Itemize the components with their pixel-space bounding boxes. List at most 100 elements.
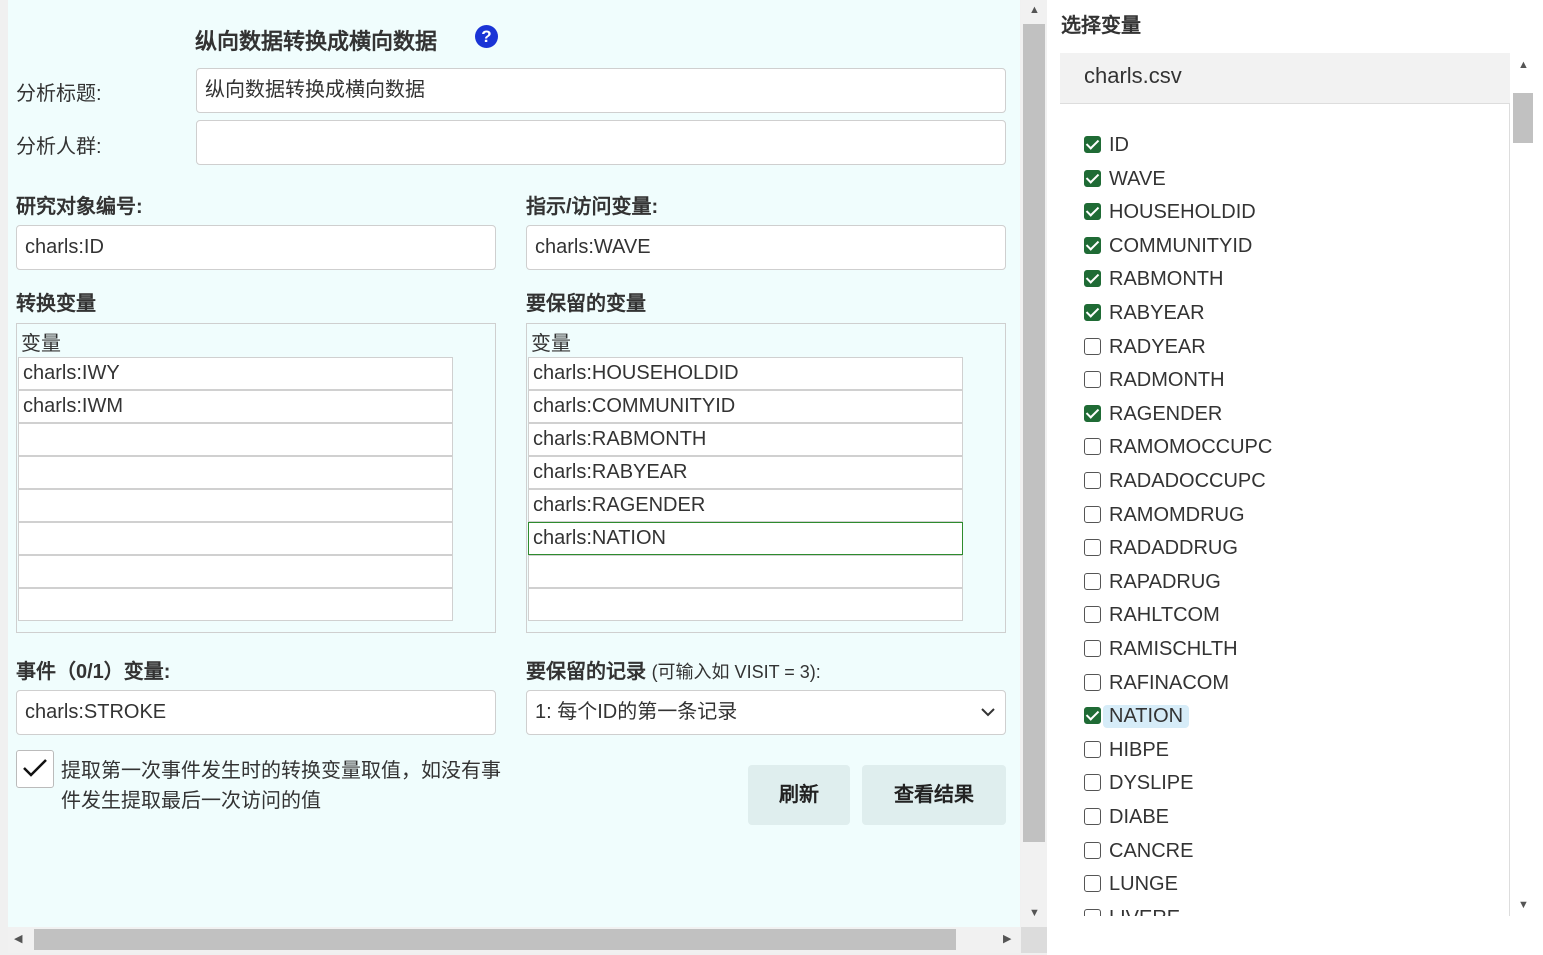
form-vertical-scroll-thumb[interactable] xyxy=(1023,24,1045,842)
analysis-group-label: 分析人群: xyxy=(16,136,102,158)
variable-checkbox[interactable] xyxy=(1084,404,1101,422)
form-pane: 纵向数据转换成横向数据 ? 分析标题: 纵向数据转换成横向数据 分析人群: 研究… xyxy=(0,0,1047,955)
convert-vars-header: 变量 xyxy=(21,333,61,355)
variable-checkbox[interactable] xyxy=(1084,875,1101,893)
variable-checkbox[interactable] xyxy=(1084,808,1101,825)
keep-vars-header: 变量 xyxy=(531,333,571,355)
variable-checkbox[interactable] xyxy=(1084,136,1101,153)
keep-var-cell[interactable]: charls:COMMUNITYID xyxy=(528,390,963,423)
keep-records-select[interactable]: 1: 每个ID的第一条记录 xyxy=(526,690,1006,735)
variable-checkbox[interactable] xyxy=(1084,606,1101,624)
keep-var-cell[interactable] xyxy=(528,588,963,621)
keep-var-cell[interactable]: charls:RABYEAR xyxy=(528,456,963,489)
variable-checkbox[interactable] xyxy=(1084,740,1101,758)
scroll-down-icon[interactable]: ▼ xyxy=(1518,899,1529,911)
scrollbar-corner xyxy=(1021,927,1047,953)
variable-checkbox[interactable] xyxy=(1084,774,1101,792)
visit-var-input[interactable]: charls:WAVE xyxy=(526,225,1006,270)
keep-var-cell[interactable]: charls:RAGENDER xyxy=(528,489,963,522)
variable-name: NATION xyxy=(1103,705,1190,729)
keep-records-label-text: 要保留的记录 xyxy=(526,661,646,683)
variable-name: DIABE xyxy=(1109,806,1170,828)
variable-name: WAVE xyxy=(1109,167,1166,190)
keep-var-cell[interactable]: charls:RABMONTH xyxy=(528,423,963,456)
variable-checkbox[interactable] xyxy=(1084,841,1101,859)
convert-var-cell[interactable] xyxy=(18,456,453,489)
refresh-button[interactable]: 刷新 xyxy=(748,765,850,825)
scroll-down-icon[interactable]: ▼ xyxy=(1029,907,1040,919)
variable-name: DYSLIPE xyxy=(1109,772,1194,795)
keep-vars-table: 变量 charls:HOUSEHOLDID charls:COMMUNITYID… xyxy=(526,323,1006,633)
variable-checkbox[interactable] xyxy=(1084,169,1101,187)
variable-checkbox[interactable] xyxy=(1084,236,1101,254)
analysis-title-input[interactable]: 纵向数据转换成横向数据 xyxy=(196,68,1006,113)
variable-name: RAFINACOM xyxy=(1109,671,1229,694)
convert-var-cell[interactable] xyxy=(18,588,453,621)
convert-var-cell[interactable] xyxy=(18,522,453,555)
variable-name: RAMOMOCCUPC xyxy=(1109,436,1273,459)
convert-vars-table: 变量 charls:IWY charls:IWM xyxy=(16,323,496,633)
variable-checkbox[interactable] xyxy=(1084,673,1101,691)
convert-var-cell[interactable] xyxy=(18,423,453,456)
variable-name: RADYEAR xyxy=(1109,335,1206,358)
variable-name: RAGENDER xyxy=(1109,402,1223,425)
convert-var-cell[interactable] xyxy=(18,489,453,522)
variable-name: RAMISCHLTH xyxy=(1109,638,1238,660)
keep-var-cell[interactable]: charls:HOUSEHOLDID xyxy=(528,357,963,390)
variable-checkbox[interactable] xyxy=(1084,539,1101,557)
variable-checkbox[interactable] xyxy=(1084,337,1101,355)
scroll-left-icon[interactable]: ◀ xyxy=(14,933,22,945)
scroll-up-icon[interactable]: ▲ xyxy=(1518,59,1529,71)
variable-checkbox[interactable] xyxy=(1084,640,1101,657)
variable-name: CANCRE xyxy=(1109,839,1194,862)
keep-var-cell[interactable] xyxy=(528,555,963,588)
scroll-right-icon[interactable]: ▶ xyxy=(1003,933,1011,945)
convert-var-cell[interactable] xyxy=(18,555,453,588)
variable-list-scrollbar[interactable]: ▲ ▼ xyxy=(1510,53,1536,918)
variable-name: COMMUNITYID xyxy=(1109,234,1253,257)
subject-id-input[interactable]: charls:ID xyxy=(16,225,496,270)
keep-records-hint: (可输入如 VISIT = 3): xyxy=(651,662,821,682)
form-vertical-scrollbar[interactable]: ▲ ▼ xyxy=(1021,0,1047,927)
variable-checkbox[interactable] xyxy=(1084,572,1101,590)
chevron-down-icon xyxy=(981,691,995,734)
scroll-up-icon[interactable]: ▲ xyxy=(1029,4,1040,16)
form-title: 纵向数据转换成横向数据 xyxy=(195,29,438,54)
extract-first-checkbox[interactable] xyxy=(16,750,54,788)
variable-checkbox[interactable] xyxy=(1084,304,1101,321)
variable-list: ID WAVE HOUSEHOLDID COMMUNITYID RABMONTH RABY… xyxy=(1060,104,1510,916)
variable-checkbox[interactable] xyxy=(1084,203,1101,221)
event-var-label: 事件（0/1）变量: xyxy=(16,661,171,683)
view-results-button[interactable]: 查看结果 xyxy=(862,765,1006,825)
variable-checkbox[interactable] xyxy=(1084,472,1101,489)
variable-checkbox[interactable] xyxy=(1084,707,1101,725)
variable-name: RADADOCCUPC xyxy=(1109,470,1266,492)
variable-list-scroll-thumb[interactable] xyxy=(1513,93,1533,143)
keep-vars-label: 要保留的变量 xyxy=(526,293,646,315)
analysis-group-input[interactable] xyxy=(196,120,1006,165)
keep-var-cell-active[interactable]: charls:NATION xyxy=(528,522,963,555)
form-horizontal-scrollbar[interactable]: ◀ ▶ xyxy=(8,927,1020,953)
variable-name: RADMONTH xyxy=(1109,369,1225,392)
variable-name: RABYEAR xyxy=(1109,302,1205,324)
variable-checkbox[interactable] xyxy=(1084,438,1101,456)
convert-var-cell[interactable]: charls:IWY xyxy=(18,357,453,390)
form-horizontal-scroll-thumb[interactable] xyxy=(34,929,956,950)
variable-checkbox[interactable] xyxy=(1084,270,1101,288)
variable-checkbox[interactable] xyxy=(1084,908,1101,916)
subject-id-label: 研究对象编号: xyxy=(16,196,143,218)
keep-records-label: 要保留的记录 (可输入如 VISIT = 3): xyxy=(526,655,821,684)
convert-var-cell[interactable]: charls:IWM xyxy=(18,390,453,423)
variable-name: LIVERE xyxy=(1103,907,1186,916)
help-icon[interactable]: ? xyxy=(475,25,498,48)
variable-panel-title: 选择变量 xyxy=(1061,15,1141,37)
file-name-header[interactable]: charls.csv xyxy=(1060,53,1510,104)
event-var-input[interactable]: charls:STROKE xyxy=(16,690,496,735)
variable-checkbox[interactable] xyxy=(1084,371,1101,389)
extract-first-label: 提取第一次事件发生时的转换变量取值，如没有事件发生提取最后一次访问的值 xyxy=(61,760,501,812)
variable-name: RADADDRUG xyxy=(1109,537,1238,560)
convert-vars-label: 转换变量 xyxy=(16,293,96,315)
variable-name: HOUSEHOLDID xyxy=(1109,201,1256,224)
variable-panel: 选择变量 charls.csv ID WAVE HOUSEHOLDID COMMUNI… xyxy=(1047,0,1543,955)
variable-checkbox[interactable] xyxy=(1084,505,1101,523)
